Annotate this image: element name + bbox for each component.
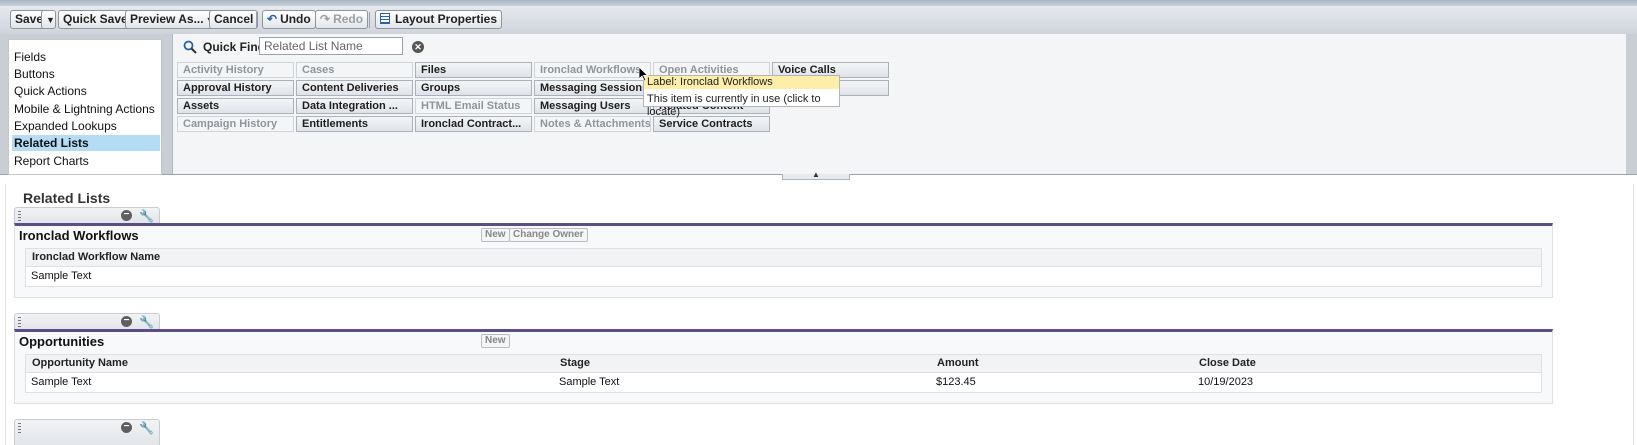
category-buttons[interactable]: Buttons (14, 66, 55, 82)
remove-icon[interactable]: − (121, 210, 132, 221)
category-mobile-lightning-actions[interactable]: Mobile & Lightning Actions (14, 101, 155, 117)
related-list-table: Opportunity Name Stage Amount Close Date… (25, 354, 1542, 393)
palette-item-notes-attachments[interactable]: Notes & Attachments (534, 116, 651, 132)
quick-save-button[interactable]: Quick Save (58, 10, 133, 29)
section-title: Related Lists (23, 190, 111, 206)
table-header-row: Ironclad Workflow Name (26, 249, 1541, 267)
palette-collapse-handle[interactable]: ▲ (782, 170, 850, 180)
related-list-opportunities[interactable]: Opportunities New Opportunity Name Stage… (14, 329, 1553, 404)
toolbar-separator (256, 12, 257, 28)
palette-item-files[interactable]: Files (415, 62, 532, 78)
palette-item-approval-history[interactable]: Approval History (177, 80, 294, 96)
palette-category-list: Fields Buttons Quick Actions Mobile & Li… (8, 39, 162, 175)
layout-properties-button[interactable]: Layout Properties (375, 10, 503, 29)
palette-item-groups[interactable]: Groups (415, 80, 532, 96)
mouse-cursor-icon (639, 67, 649, 82)
remove-icon[interactable]: − (121, 316, 132, 327)
palette-item-data-integration[interactable]: Data Integration ... (296, 98, 413, 114)
palette: Fields Buttons Quick Actions Mobile & Li… (0, 34, 1637, 175)
palette-item-messaging-sessions[interactable]: Messaging Sessions (534, 80, 651, 96)
related-list-table: Ironclad Workflow Name Sample Text (25, 248, 1542, 287)
table-cell: 10/19/2023 (1198, 376, 1254, 388)
toolbar: Save ▼ Quick Save Preview As...▼ Cancel … (0, 6, 1637, 35)
category-expanded-lookups[interactable]: Expanded Lookups (14, 118, 117, 134)
redo-icon: ↷ (320, 12, 331, 26)
table-cell: Sample Text (31, 376, 92, 388)
save-dropdown-button[interactable]: ▼ (41, 10, 56, 29)
category-report-charts[interactable]: Report Charts (14, 153, 89, 169)
palette-item-html-email-status[interactable]: HTML Email Status (415, 98, 532, 114)
related-list-handle[interactable]: − 🔧 (14, 419, 160, 445)
table-cell: Sample Text (559, 376, 620, 388)
palette-item-ironclad-contracts[interactable]: Ironclad Contract... (415, 116, 532, 132)
search-icon (183, 40, 197, 54)
new-button: New (481, 334, 510, 348)
category-related-lists[interactable]: Related Lists (12, 135, 160, 151)
tooltip-label: Label: Ironclad Workflows (644, 76, 839, 89)
layout-properties-icon (380, 13, 390, 24)
wrench-icon[interactable]: 🔧 (139, 315, 154, 329)
palette-item-ironclad-workflows[interactable]: Ironclad Workflows (534, 62, 651, 78)
table-row: Sample Text (26, 267, 1541, 286)
palette-item-content-deliveries[interactable]: Content Deliveries (296, 80, 413, 96)
wrench-icon[interactable]: 🔧 (139, 209, 154, 223)
palette-items-panel: Quick Find ✕ Activity History Cases File… (172, 34, 1626, 174)
drag-grip-icon[interactable] (18, 423, 21, 433)
undo-icon: ↶ (267, 12, 278, 26)
remove-icon[interactable]: − (121, 422, 132, 433)
change-owner-button: Change Owner (509, 228, 588, 242)
table-row: Sample Text Sample Text $123.45 10/19/20… (26, 373, 1541, 392)
palette-item-messaging-users[interactable]: Messaging Users (534, 98, 651, 114)
related-list-ironclad-workflows[interactable]: Ironclad Workflows New Change Owner Iron… (14, 223, 1553, 298)
drag-grip-icon[interactable] (18, 317, 21, 327)
drag-grip-icon[interactable] (18, 211, 21, 221)
toolbar-separator (369, 12, 370, 28)
category-fields[interactable]: Fields (14, 49, 46, 65)
palette-item-tooltip: Label: Ironclad Workflows This item is c… (643, 75, 840, 118)
column-header: Stage (560, 357, 590, 369)
cancel-button[interactable]: Cancel (209, 10, 259, 29)
palette-item-activity-history[interactable]: Activity History (177, 62, 294, 78)
table-cell: Sample Text (31, 270, 92, 282)
quick-find-label: Quick Find (203, 40, 266, 54)
chevron-down-icon: ▼ (46, 15, 55, 25)
related-list-title: Ironclad Workflows (19, 228, 139, 243)
column-header: Amount (937, 357, 979, 369)
clear-search-icon[interactable]: ✕ (412, 41, 424, 53)
column-header: Ironclad Workflow Name (32, 251, 161, 263)
tooltip-body: This item is currently in use (click to … (647, 93, 821, 118)
related-list-title: Opportunities (19, 334, 105, 349)
column-header: Opportunity Name (32, 357, 128, 369)
wrench-icon[interactable]: 🔧 (139, 421, 154, 435)
column-header: Close Date (1199, 357, 1256, 369)
category-quick-actions[interactable]: Quick Actions (14, 83, 87, 99)
new-button: New (481, 228, 510, 242)
undo-button[interactable]: ↶ Undo (262, 10, 316, 29)
chevron-up-icon: ▲ (812, 170, 820, 179)
palette-item-entitlements[interactable]: Entitlements (296, 116, 413, 132)
palette-item-campaign-history[interactable]: Campaign History (177, 116, 294, 132)
related-list-handle[interactable]: − 🔧 (14, 207, 160, 223)
preview-as-button[interactable]: Preview As...▼ (125, 10, 220, 29)
redo-button[interactable]: ↷ Redo (315, 10, 369, 29)
palette-item-assets[interactable]: Assets (177, 98, 294, 114)
table-header-row: Opportunity Name Stage Amount Close Date (26, 355, 1541, 373)
quick-find-input[interactable] (259, 37, 403, 55)
table-cell: $123.45 (936, 376, 976, 388)
palette-item-cases[interactable]: Cases (296, 62, 413, 78)
related-list-handle[interactable]: − 🔧 (14, 313, 160, 329)
